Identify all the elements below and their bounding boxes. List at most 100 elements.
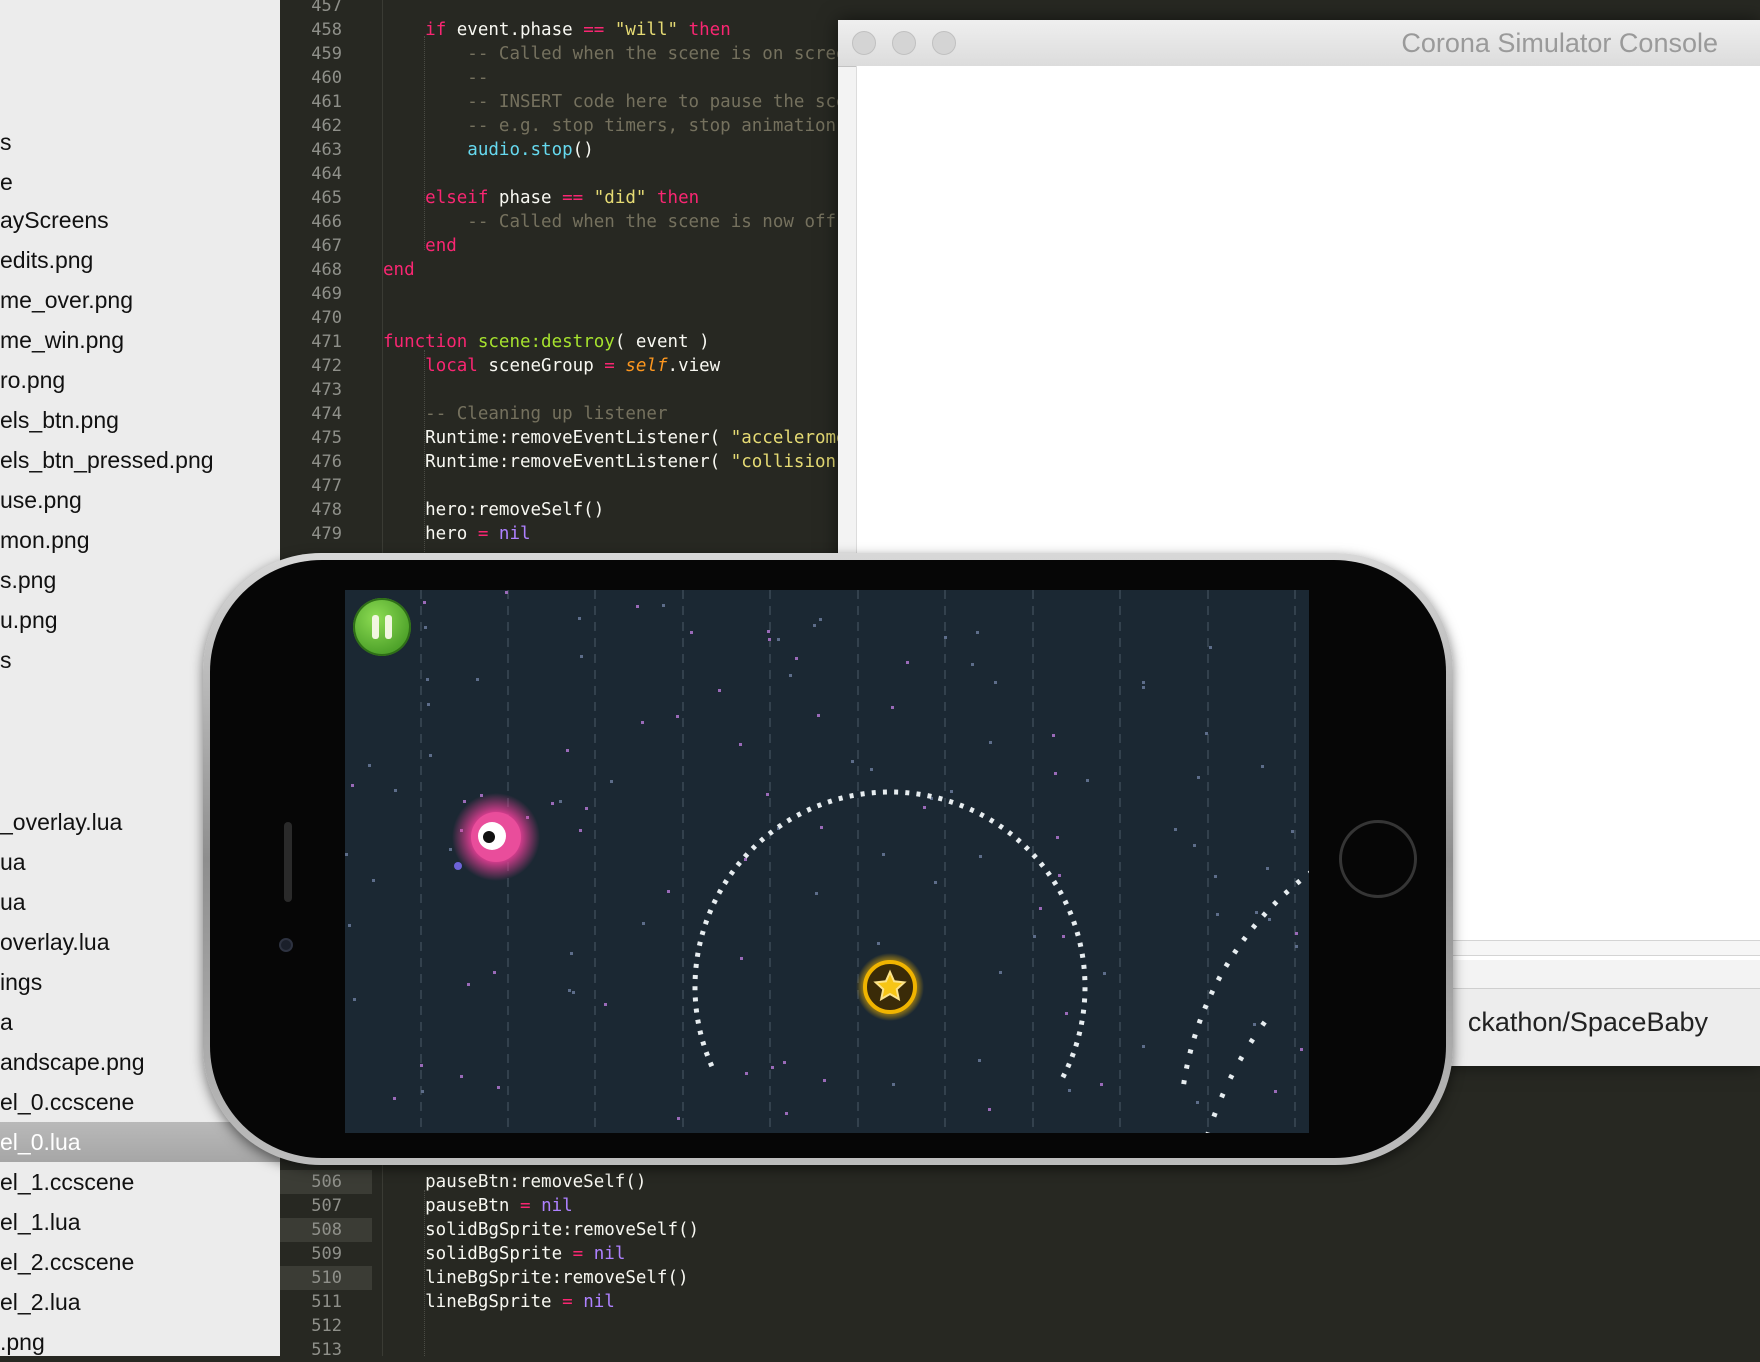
sidebar-file-item[interactable]: el_1.lua [0,1202,280,1242]
line-number: 464 [311,164,342,184]
line-number: 479 [311,524,342,544]
orbit-ring-dot [948,798,954,805]
space-particle [505,591,508,594]
space-particle [789,674,792,677]
minimize-window-button[interactable] [892,31,916,55]
orbit-ring-dot [1211,1111,1218,1118]
orbit-ring-dot [1228,1073,1235,1080]
orbit-ring-dot [1307,869,1309,876]
game-screen[interactable] [345,590,1309,1133]
line-number: 508 [280,1218,372,1242]
close-window-button[interactable] [852,31,876,55]
space-particle [476,678,479,681]
line-number: 475 [311,428,342,448]
space-particle [892,1083,895,1086]
orbit-ring-dot [1295,878,1302,886]
orbit-ring-dot [806,806,812,813]
code-line: end [383,260,415,280]
orbit-ring-dot [1081,998,1088,1003]
orbit-ring-dot [816,802,823,809]
space-particle [971,663,974,666]
space-particle [460,1075,463,1078]
sidebar-file-item[interactable]: els_btn.png [0,400,280,440]
space-particle [423,601,426,604]
space-particle [1295,932,1298,935]
line-number: 511 [311,1292,342,1312]
sidebar-file-item[interactable]: use.png [0,480,280,520]
space-particle [820,826,823,829]
space-particle [1065,1012,1068,1015]
space-particle [585,807,588,810]
line-number: 463 [311,140,342,160]
pause-button[interactable] [353,598,411,656]
orbit-ring-dot [1077,942,1084,948]
sidebar-file-item[interactable]: els_btn_pressed.png [0,440,280,480]
space-particle [662,604,665,607]
home-button[interactable] [1339,820,1417,898]
orbit-ring-dot [728,869,736,876]
orbit-ring-dot [1223,961,1231,968]
orbit-ring-dot [1079,953,1086,959]
sidebar-file-item[interactable]: el_1.ccscene [0,1162,280,1202]
space-particle [1193,844,1196,847]
space-particle [463,800,466,803]
orbit-ring-dot [1069,1052,1076,1058]
orbit-ring-dot [1232,948,1239,955]
space-particle [393,1097,396,1100]
orbit-ring-dot [1250,923,1258,930]
sidebar-file-item[interactable]: mon.png [0,520,280,560]
space-particle [424,626,427,629]
space-particle [449,848,452,851]
space-particle [1205,732,1208,735]
code-line: -- Cleaning up listener [425,404,668,424]
orbit-ring-dot [1241,935,1248,942]
space-particle [1056,836,1059,839]
sidebar-file-item[interactable]: .png [0,1322,280,1356]
space-particle [783,1061,786,1064]
space-particle [1052,734,1055,737]
orbit-ring-dot [1074,931,1081,937]
orbit-ring-dot [1204,1131,1211,1133]
sidebar-file-item[interactable]: me_win.png [0,320,280,360]
space-particle [1142,681,1145,684]
space-particle [988,1108,991,1111]
orbit-ring-dot [916,791,921,797]
orbit-ring-dot [1076,1031,1083,1037]
orbit-ring-dot [1272,900,1279,907]
space-particle [815,892,818,895]
orbit-ring-dot [1187,1048,1194,1054]
orbit-ring-dot [827,798,833,805]
orbit-ring-dot [1071,920,1078,926]
space-particle [1253,1023,1256,1026]
orbit-ring-dot [1082,975,1088,981]
orbit-ring-dot [692,986,698,991]
sidebar-file-item[interactable]: edits.png [0,240,280,280]
space-particle [1255,911,1258,914]
orbit-ring-dot [707,1061,715,1068]
space-particle [1058,874,1061,877]
space-particle [1033,935,1036,938]
orbit-ring-dot [1082,987,1088,992]
space-particle [817,714,820,717]
space-particle [578,617,581,620]
sidebar-file-item[interactable]: el_2.ccscene [0,1242,280,1282]
space-particle [394,789,397,792]
orbit-ring-dot [716,888,724,895]
sidebar-file-item[interactable]: s [0,122,280,162]
sidebar-file-item[interactable]: ayScreens [0,200,280,240]
code-line: -- Called when the scene is on screen [467,44,858,64]
code-line: Runtime:removeEventListener( "collision"… [383,452,857,472]
sidebar-file-item[interactable]: e [0,162,280,202]
space-particle [877,942,880,945]
zoom-window-button[interactable] [932,31,956,55]
console-titlebar[interactable]: Corona Simulator Console [838,20,1760,67]
orbit-ring-dot [1051,879,1059,886]
project-path: ckathon/SpaceBaby [1467,1007,1708,1037]
sidebar-file-item[interactable]: el_2.lua [0,1282,280,1322]
code-line: if event.phase == "will" then [425,20,731,40]
space-particle [813,624,816,627]
sidebar-file-item[interactable]: ro.png [0,360,280,400]
sidebar-file-item[interactable]: me_over.png [0,280,280,320]
space-particle [882,853,885,856]
orbit-ring-dot [758,836,766,844]
